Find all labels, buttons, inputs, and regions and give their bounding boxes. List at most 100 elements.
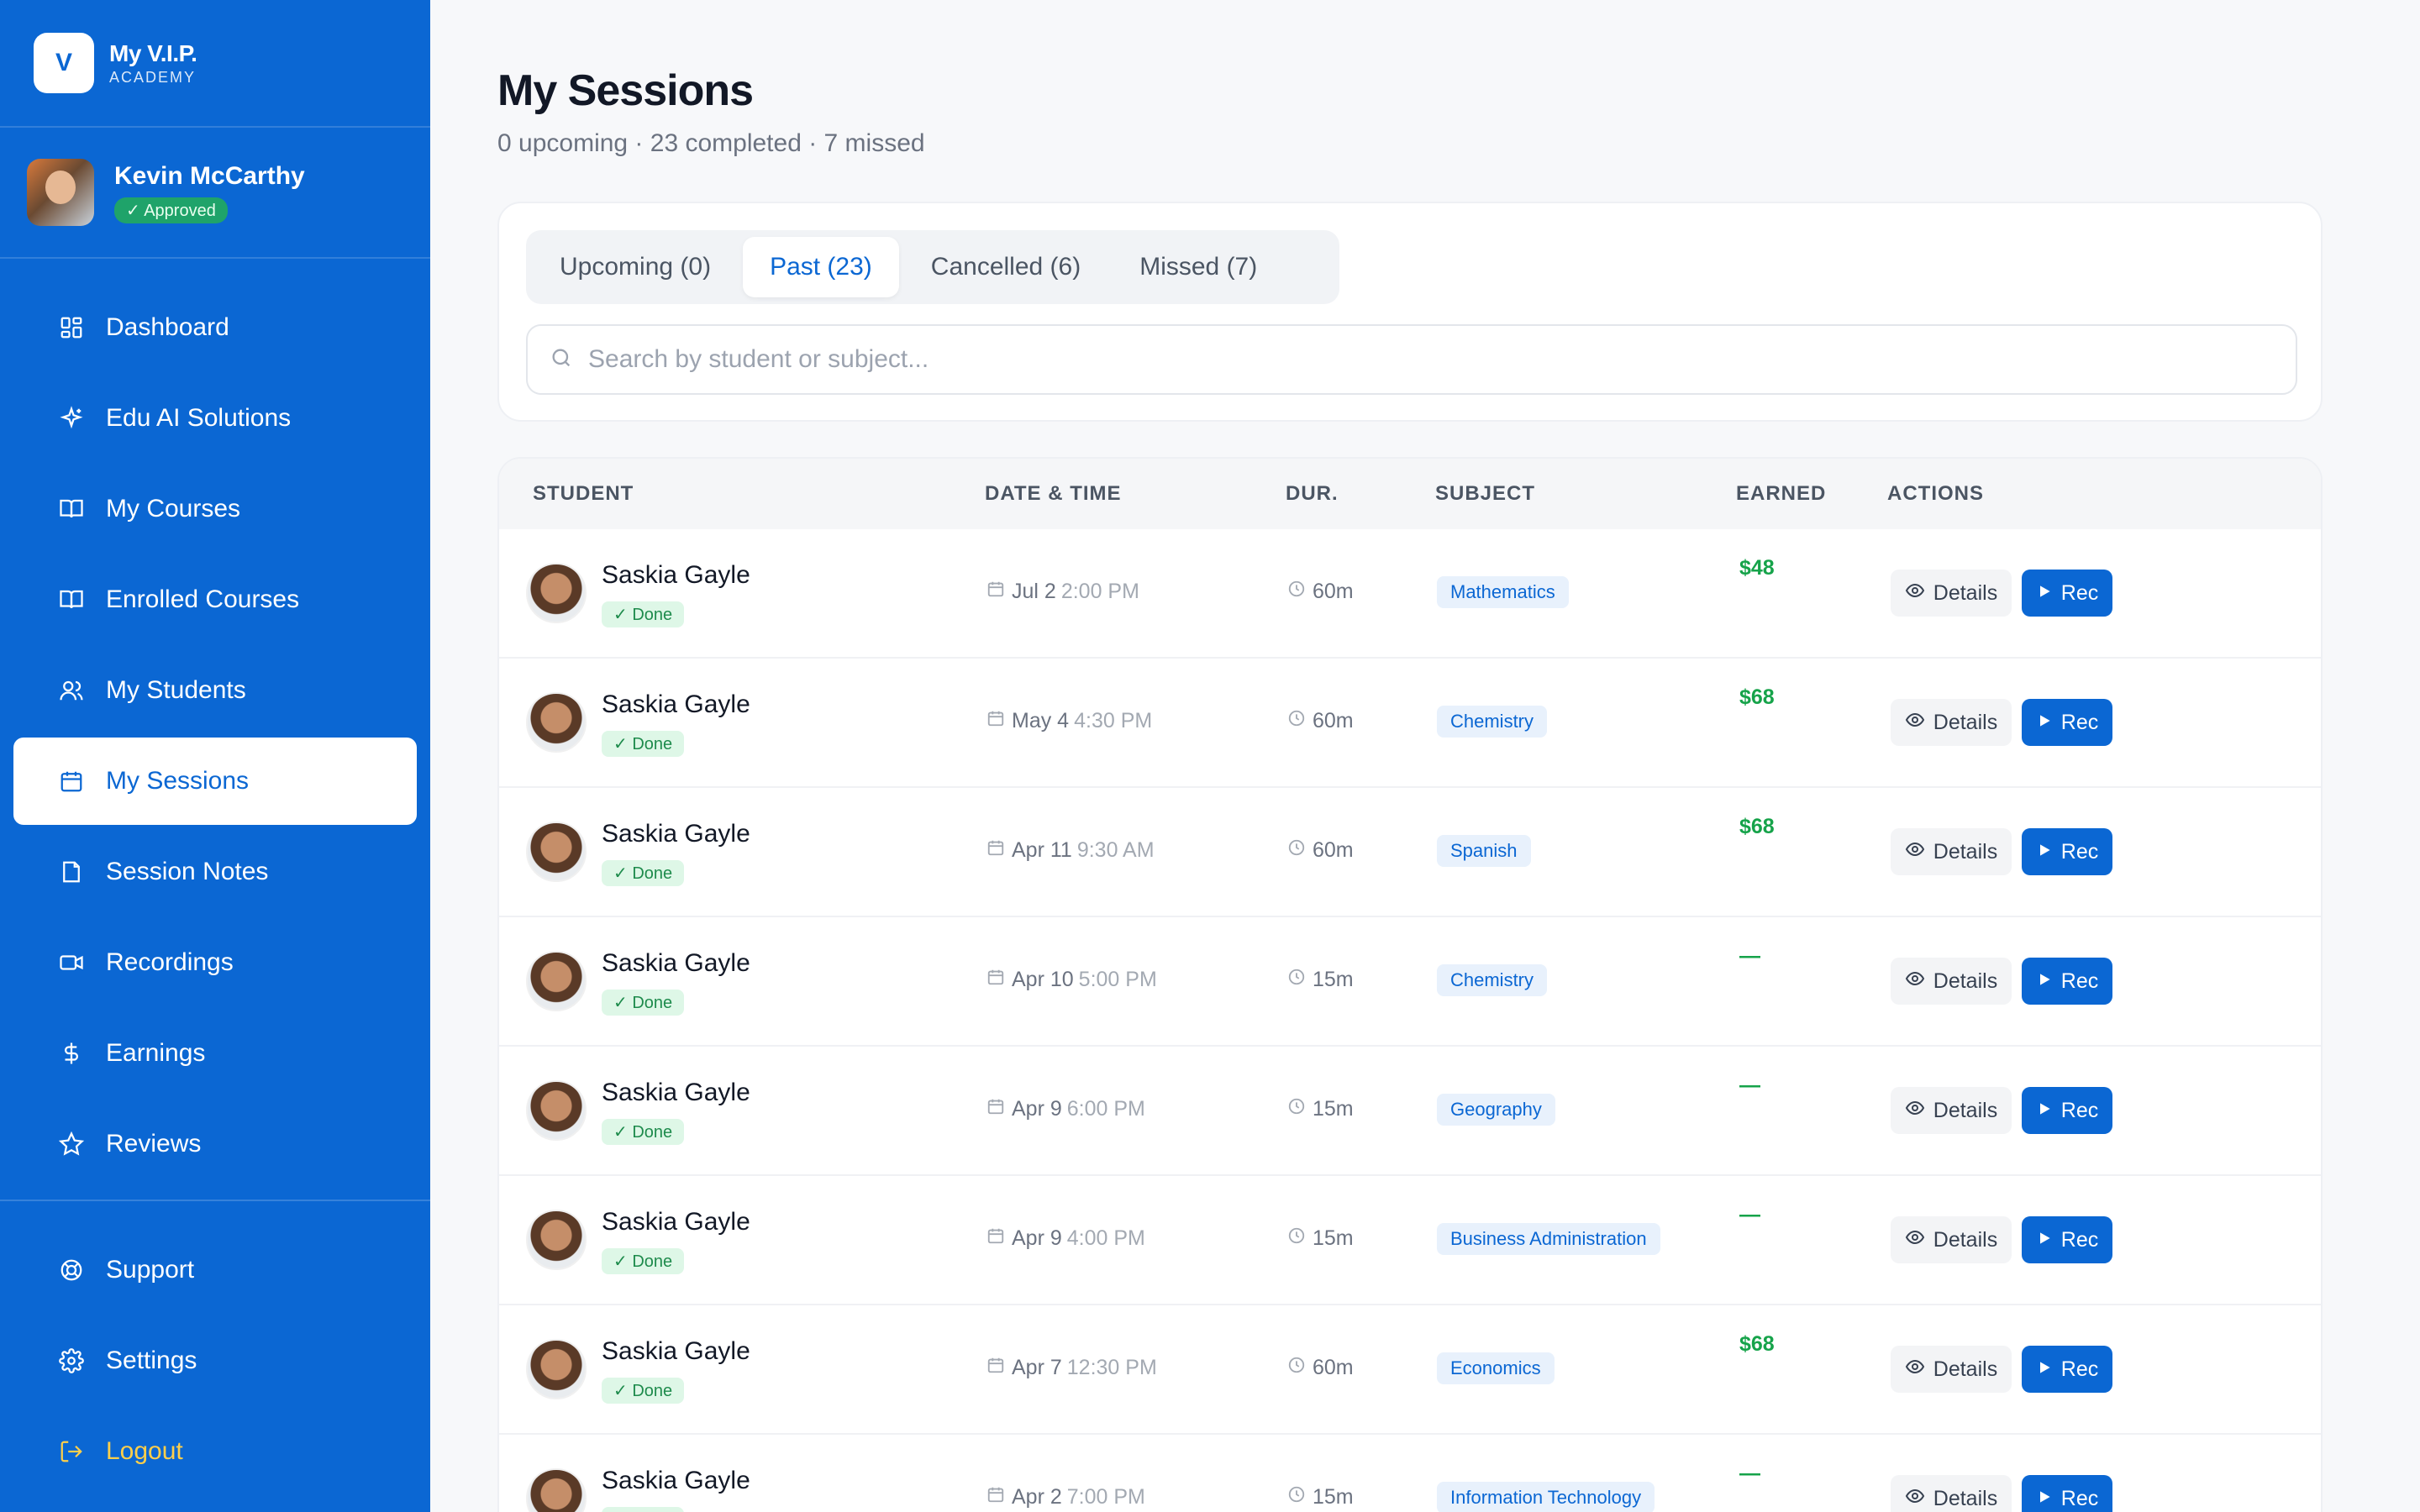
recording-button[interactable]: Rec <box>2022 1475 2112 1512</box>
rec-label: Rec <box>2060 1486 2099 1510</box>
clock-icon <box>1287 1226 1306 1251</box>
sidebar-item-recordings[interactable]: Recordings <box>13 919 417 1006</box>
date-text: Apr 9 <box>1012 1097 1062 1121</box>
sidebar-item-dashboard[interactable]: Dashboard <box>13 284 417 371</box>
calendar-icon <box>986 1356 1005 1380</box>
column-header-subject[interactable]: SUBJECT <box>1435 482 1535 506</box>
calendar-icon <box>986 1097 1005 1121</box>
recording-button[interactable]: Rec <box>2022 699 2112 746</box>
details-button[interactable]: Details <box>1891 570 2012 617</box>
profile-name: Kevin McCarthy <box>114 161 305 190</box>
column-header-duration[interactable]: DUR. <box>1286 482 1339 506</box>
eye-icon <box>1905 1357 1925 1383</box>
status-badge: ✓ Approved <box>114 197 228 223</box>
table-row: Saskia Gayle ✓ Done Apr 7 12:30 PM 60m E… <box>499 1305 2321 1435</box>
tab-cancelled[interactable]: Cancelled (6) <box>904 237 1107 297</box>
recording-button[interactable]: Rec <box>2022 958 2112 1005</box>
student-name[interactable]: Saskia Gayle <box>602 1337 750 1366</box>
sidebar-item-label: Settings <box>106 1347 197 1374</box>
time-text: 9:30 AM <box>1076 838 1155 862</box>
table-row: Saskia Gayle ✓ Done Apr 2 7:00 PM 15m In… <box>499 1435 2321 1512</box>
sidebar-bottom-nav: Support Settings Logout <box>0 1223 430 1499</box>
column-header-student[interactable]: STUDENT <box>533 482 634 506</box>
calendar-icon <box>986 968 1005 992</box>
star-icon <box>57 1130 86 1158</box>
details-label: Details <box>1933 710 1998 734</box>
recording-button[interactable]: Rec <box>2022 1087 2112 1134</box>
sidebar-item-support[interactable]: Support <box>13 1226 417 1314</box>
student-name[interactable]: Saskia Gayle <box>602 1467 750 1495</box>
time-text: 7:00 PM <box>1066 1485 1145 1509</box>
details-button[interactable]: Details <box>1891 828 2012 875</box>
student-name[interactable]: Saskia Gayle <box>602 1079 750 1107</box>
recording-button[interactable]: Rec <box>2022 570 2112 617</box>
details-button[interactable]: Details <box>1891 958 2012 1005</box>
earned-amount: — <box>1739 1462 1760 1485</box>
details-button[interactable]: Details <box>1891 1087 2012 1134</box>
session-duration: 60m <box>1287 838 1354 863</box>
earned-amount: — <box>1739 944 1760 968</box>
duration-text: 15m <box>1313 968 1354 991</box>
tab-missed[interactable]: Missed (7) <box>1113 237 1284 297</box>
subject-tag: Economics <box>1437 1352 1555 1384</box>
sidebar-item-enrolled-courses[interactable]: Enrolled Courses <box>13 556 417 643</box>
student-name[interactable]: Saskia Gayle <box>602 949 750 978</box>
details-button[interactable]: Details <box>1891 699 2012 746</box>
avatar <box>526 1339 587 1399</box>
sidebar-item-session-notes[interactable]: Session Notes <box>13 828 417 916</box>
session-tabs: Upcoming (0) Past (23) Cancelled (6) Mis… <box>526 230 1339 304</box>
details-button[interactable]: Details <box>1891 1216 2012 1263</box>
student-name[interactable]: Saskia Gayle <box>602 561 750 590</box>
clock-icon <box>1287 968 1306 992</box>
calendar-icon <box>986 1226 1005 1251</box>
sidebar-item-earnings[interactable]: Earnings <box>13 1010 417 1097</box>
student-name[interactable]: Saskia Gayle <box>602 690 750 719</box>
sidebar-item-my-courses[interactable]: My Courses <box>13 465 417 553</box>
recording-button[interactable]: Rec <box>2022 1216 2112 1263</box>
details-label: Details <box>1933 969 1998 993</box>
sidebar-item-my-sessions[interactable]: My Sessions <box>13 738 417 825</box>
sidebar-item-reviews[interactable]: Reviews <box>13 1100 417 1188</box>
sidebar-item-edu-ai[interactable]: Edu AI Solutions <box>13 375 417 462</box>
sidebar-item-label: My Sessions <box>106 767 250 795</box>
session-date: Apr 9 4:00 PM <box>986 1226 1145 1251</box>
recording-button[interactable]: Rec <box>2022 828 2112 875</box>
book-icon <box>57 585 86 614</box>
search-input[interactable] <box>588 345 2185 374</box>
avatar <box>526 1468 587 1512</box>
avatar <box>526 563 587 623</box>
tab-past[interactable]: Past (23) <box>743 237 899 297</box>
sidebar-item-logout[interactable]: Logout <box>13 1408 417 1495</box>
recording-button[interactable]: Rec <box>2022 1346 2112 1393</box>
session-duration: 60m <box>1287 1356 1354 1380</box>
student-name[interactable]: Saskia Gayle <box>602 1208 750 1236</box>
clock-icon <box>1287 838 1306 863</box>
status-badge: ✓ Done <box>602 860 685 886</box>
column-header-earned[interactable]: EARNED <box>1736 482 1826 506</box>
page-title: My Sessions <box>497 66 754 115</box>
sidebar-nav: Dashboard Edu AI Solutions My Courses En… <box>0 259 430 1188</box>
details-button[interactable]: Details <box>1891 1346 2012 1393</box>
sidebar-item-my-students[interactable]: My Students <box>13 647 417 734</box>
clock-icon <box>1287 709 1306 733</box>
sidebar-item-label: Edu AI Solutions <box>106 404 292 432</box>
tab-upcoming[interactable]: Upcoming (0) <box>533 237 738 297</box>
subject-tag: Information Technology <box>1437 1482 1655 1512</box>
details-label: Details <box>1933 1357 1998 1381</box>
profile[interactable]: Kevin McCarthy ✓ Approved <box>0 128 430 259</box>
column-header-actions: ACTIONS <box>1887 482 1984 505</box>
sidebar-item-label: Recordings <box>106 948 234 976</box>
sidebar-item-label: Dashboard <box>106 313 229 341</box>
details-button[interactable]: Details <box>1891 1475 2012 1512</box>
avatar <box>526 951 587 1011</box>
column-header-date[interactable]: DATE & TIME <box>985 482 1122 506</box>
brand-logo[interactable]: V <box>34 33 94 93</box>
status-badge: ✓ Done <box>602 1119 685 1145</box>
sidebar-item-settings[interactable]: Settings <box>13 1317 417 1404</box>
student-name[interactable]: Saskia Gayle <box>602 820 750 848</box>
table-row: Saskia Gayle ✓ Done Apr 9 4:00 PM 15m Bu… <box>499 1176 2321 1305</box>
sidebar-item-label: My Courses <box>106 495 241 522</box>
table-row: Saskia Gayle ✓ Done Apr 11 9:30 AM 60m S… <box>499 788 2321 917</box>
clock-icon <box>1287 1097 1306 1121</box>
duration-text: 15m <box>1313 1097 1354 1121</box>
